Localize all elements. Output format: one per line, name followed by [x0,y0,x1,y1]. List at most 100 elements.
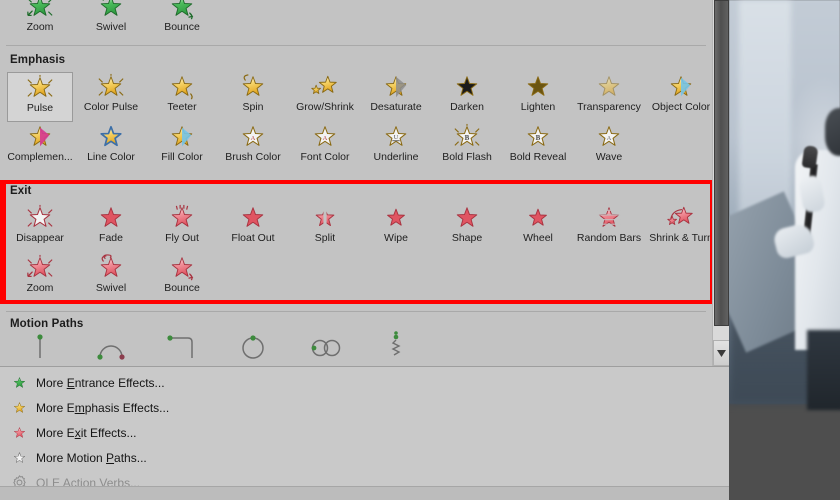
effect-cell-zoom[interactable]: Zoom [7,0,73,42]
effect-glyph [165,253,199,283]
effect-cell-line-color[interactable]: Line Color [78,122,144,172]
star-green-icon [13,376,25,388]
effect-cell-shape[interactable]: Shape [434,203,500,253]
effect-cell-pulse[interactable]: Pulse [7,72,73,122]
star-swivel-icon [100,254,122,277]
star-pulse-icon [27,74,53,97]
effect-glyph: B [521,122,555,152]
svg-text:B: B [536,134,541,142]
scrollbar-down-button[interactable] [713,340,730,366]
effect-cell-zoom[interactable]: Zoom [7,253,73,303]
effect-cell-path-lines[interactable] [7,332,73,366]
effect-label: Font Color [300,151,350,163]
star-color-pulse-icon [98,73,124,96]
animation-effects-gallery[interactable]: Zoom Swivel Bounce Emphasis Pulse Color Pulse… [0,0,730,500]
path-arcs-icon [97,345,125,360]
effect-cell-disappear[interactable]: Disappear [7,203,73,253]
effect-cell-path-loops[interactable] [292,332,358,366]
effect-cell-lighten[interactable]: Lighten [505,72,571,122]
effect-label: Split [314,232,336,244]
gallery-vertical-scrollbar[interactable] [712,0,730,366]
section-divider [6,45,706,46]
effect-cell-darken[interactable]: Darken [434,72,500,122]
effect-label: Wheel [523,232,553,244]
scrollbar-thumb[interactable] [714,0,729,326]
effect-cell-underline[interactable]: U Underline [363,122,429,172]
menu-item-more-exit-effects[interactable]: More Exit Effects... [0,420,729,445]
effect-label: Swivel [95,282,127,294]
effect-label: Shape [451,232,483,244]
effect-label: Bold Flash [442,151,492,163]
star-lighten-icon [527,76,549,96]
effect-cell-wheel[interactable]: Wheel [505,203,571,253]
effect-cell-teeter[interactable]: Teeter [149,72,215,122]
star-zoom-icon [27,0,53,17]
star-underline-icon: U [385,126,407,146]
star-random-bars-icon [597,207,621,227]
effect-cell-path-arcs[interactable] [78,332,144,366]
star-disappear-icon [27,204,53,227]
effect-glyph [236,72,270,102]
effect-cell-font-color[interactable]: A Font Color [292,122,358,172]
effect-cell-random-bars[interactable]: Random Bars [576,203,642,253]
effect-cell-fade[interactable]: Fade [78,203,144,253]
svg-text:U: U [394,134,399,141]
svg-text:A: A [323,135,328,142]
effect-glyph: A [592,122,626,152]
menu-item-more-emphasis-effects[interactable]: More Emphasis Effects... [0,395,729,420]
triangle-down-icon [717,349,726,357]
star-split-icon [315,205,335,231]
gallery-scroll-region[interactable]: Zoom Swivel Bounce Emphasis Pulse Color Pulse… [0,0,712,366]
star-darken-icon [456,76,478,96]
effect-label: Wave [595,151,623,163]
effect-cell-fill-color[interactable]: Fill Color [149,122,215,172]
effect-cell-split[interactable]: Split [292,203,358,253]
star-line-color-icon [100,125,122,147]
effect-glyph [664,203,698,233]
effect-cell-grow-shrink[interactable]: Grow/Shrink [292,72,358,122]
effect-glyph [94,0,128,22]
effect-cell-color-pulse[interactable]: Color Pulse [78,72,144,122]
effect-glyph [94,253,128,283]
effect-label: Grow/Shrink [296,101,354,113]
effect-glyph [379,203,413,233]
effect-cell-float-out[interactable]: Float Out [220,203,286,253]
star-zoom-icon [27,254,53,278]
effect-label: Bounce [164,21,200,33]
effect-glyph [379,331,413,362]
effect-cell-bounce[interactable]: Bounce [149,0,215,42]
effect-cell-complemen[interactable]: Complemen... [7,122,73,172]
effect-cell-bold-reveal[interactable]: B Bold Reveal [505,122,571,172]
effect-cell-swivel[interactable]: Swivel [78,253,144,303]
effect-cell-wipe[interactable]: Wipe [363,203,429,253]
effect-glyph [23,203,57,233]
effect-glyph [308,332,342,362]
effect-cell-spin[interactable]: Spin [220,72,286,122]
star-outline-icon [8,448,30,468]
effect-cell-bounce[interactable]: Bounce [149,253,215,303]
star-bounce-icon [171,0,194,20]
effect-cell-desaturate[interactable]: Desaturate [363,72,429,122]
effect-cell-object-color[interactable]: Object Color [648,72,712,122]
effect-cell-shrink-turn[interactable]: Shrink & Turn [648,203,712,253]
effect-cell-transparency[interactable]: Transparency [576,72,642,122]
star-shrink-turn-icon [667,206,693,225]
effect-cell-swivel[interactable]: Swivel [78,0,144,42]
effect-cell-path-custom[interactable] [363,331,429,366]
photo-person-head [825,108,840,156]
menu-footer-strip [0,486,729,500]
effect-cell-fly-out[interactable]: Fly Out [149,203,215,253]
photo-person-legs [807,330,840,410]
effects-more-menu[interactable]: More Entrance Effects... More Emphasis Ef… [0,366,729,500]
effect-cell-bold-flash[interactable]: B Bold Flash [434,122,500,172]
effect-cell-wave[interactable]: A Wave [576,122,642,172]
menu-item-more-motion-paths[interactable]: More Motion Paths... [0,445,729,470]
effect-glyph [94,72,128,102]
effect-glyph [23,0,57,22]
effect-cell-path-shapes[interactable] [220,332,286,366]
effect-cell-path-turns[interactable] [149,332,215,366]
effect-label: Pulse [26,102,54,114]
star-wave-icon: A [598,126,620,146]
menu-item-more-entrance-effects[interactable]: More Entrance Effects... [0,370,729,395]
effect-cell-brush-color[interactable]: A Brush Color [220,122,286,172]
